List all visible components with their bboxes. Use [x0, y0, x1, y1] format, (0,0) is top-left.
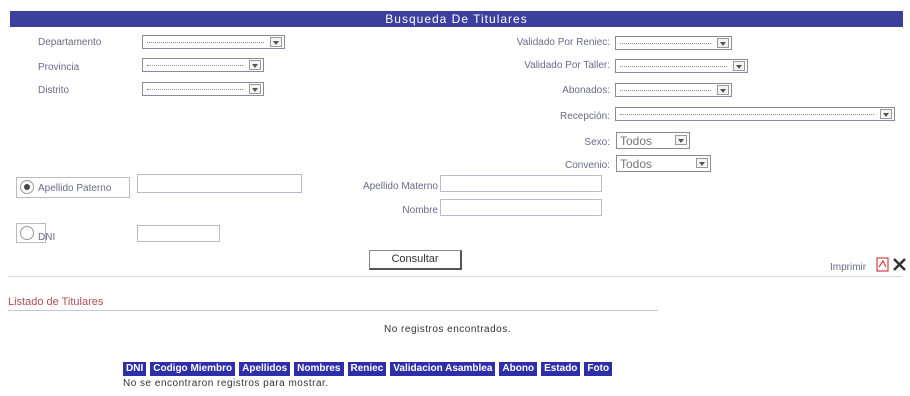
excel-icon[interactable] — [893, 258, 906, 271]
provincia-select[interactable] — [142, 58, 264, 72]
no-records-message: No registros encontrados. — [384, 324, 512, 335]
column-header-apellidos[interactable]: Apellidos — [239, 362, 291, 376]
chevron-down-icon — [249, 60, 261, 70]
apellido-radio[interactable] — [20, 180, 34, 194]
column-header-codigo-miembro[interactable]: Codigo Miembro — [150, 362, 236, 376]
departamento-label: Departamento — [38, 37, 102, 48]
recepcion-select[interactable] — [615, 107, 895, 121]
chevron-down-icon — [880, 109, 892, 119]
convenio-value: Todos — [620, 157, 653, 171]
abonados-label: Abonados: — [562, 85, 610, 96]
empty-table-message: No se encontraron registros para mostrar… — [123, 378, 329, 389]
apellido-materno-input[interactable] — [440, 175, 602, 192]
chevron-down-icon — [249, 84, 261, 94]
sexo-select[interactable]: Todos — [616, 132, 690, 149]
sexo-label: Sexo: — [584, 137, 610, 148]
convenio-select[interactable]: Todos — [616, 155, 711, 172]
convenio-label: Convenio: — [564, 160, 610, 171]
departamento-select[interactable] — [142, 35, 285, 49]
dni-radio[interactable] — [20, 226, 34, 240]
imprimir-link[interactable]: Imprimir — [830, 262, 866, 273]
distrito-label: Distrito — [38, 85, 70, 96]
results-table-header: DNI Codigo Miembro Apellidos Nombres Ren… — [123, 362, 613, 376]
page-title: Busqueda De Titulares — [10, 11, 903, 27]
apellido-paterno-input[interactable] — [137, 174, 302, 193]
provincia-label: Provincia — [38, 62, 80, 73]
apellido-paterno-label: Apellido Paterno — [38, 183, 112, 194]
column-header-nombres[interactable]: Nombres — [294, 362, 344, 376]
recepcion-label: Recepción: — [559, 111, 610, 122]
section-divider — [8, 310, 658, 311]
chevron-down-icon — [675, 135, 687, 145]
nombre-input[interactable] — [440, 199, 602, 216]
consultar-button[interactable]: Consultar — [369, 250, 462, 270]
listado-titulares-title: Listado de Titulares — [8, 296, 104, 308]
column-header-foto[interactable]: Foto — [584, 362, 613, 376]
distrito-select[interactable] — [142, 82, 264, 96]
chevron-down-icon — [717, 38, 729, 48]
column-header-dni[interactable]: DNI — [123, 362, 147, 376]
dni-label: DNI — [38, 232, 56, 243]
chevron-down-icon — [270, 37, 282, 47]
column-header-estado[interactable]: Estado — [541, 362, 581, 376]
divider — [8, 276, 902, 277]
validado-taller-select[interactable] — [615, 59, 748, 73]
apellido-materno-label: Apellido Materno — [362, 181, 438, 192]
sexo-value: Todos — [620, 134, 653, 148]
column-header-reniec[interactable]: Reniec — [347, 362, 387, 376]
abonados-select[interactable] — [615, 83, 732, 97]
chevron-down-icon — [717, 85, 729, 95]
nombre-label: Nombre — [402, 205, 438, 216]
column-header-validacion-asamblea[interactable]: Validacion Asamblea — [390, 362, 496, 376]
pdf-icon[interactable] — [876, 257, 890, 272]
chevron-down-icon — [696, 158, 708, 168]
validado-reniec-select[interactable] — [615, 36, 732, 50]
validado-reniec-label: Validado Por Reniec: — [516, 37, 610, 48]
column-header-abono[interactable]: Abono — [499, 362, 538, 376]
validado-taller-label: Validado Por Taller: — [524, 60, 610, 71]
chevron-down-icon — [733, 61, 745, 71]
dni-input[interactable] — [137, 225, 220, 242]
